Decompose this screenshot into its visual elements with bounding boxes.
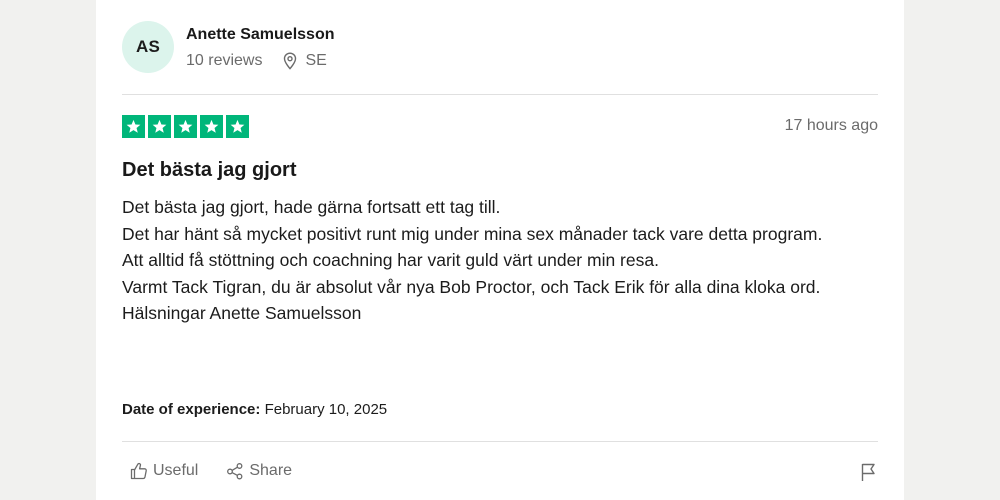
header-divider bbox=[122, 94, 878, 95]
consumer-meta: 10 reviews SE bbox=[186, 52, 334, 70]
review-text-line: Varmt Tack Tigran, du är absolut vår nya… bbox=[122, 276, 821, 297]
consumer-header[interactable]: AS Anette Samuelsson 10 reviews SE bbox=[122, 21, 334, 73]
star-icon bbox=[152, 119, 167, 133]
thumbs-up-icon bbox=[130, 462, 147, 480]
review-date: 17 hours ago bbox=[784, 117, 878, 134]
share-button[interactable]: Share bbox=[226, 462, 292, 480]
review-body: Det bästa jag gjort, hade gärna fortsatt… bbox=[122, 194, 878, 327]
experience-label: Date of experience: bbox=[122, 401, 261, 418]
star-3 bbox=[174, 115, 197, 138]
consumer-name[interactable]: Anette Samuelsson bbox=[186, 26, 334, 44]
star-rating bbox=[122, 115, 249, 138]
footer-divider bbox=[122, 441, 878, 442]
review-text-line: Att alltid få stöttning och coachning ha… bbox=[122, 250, 659, 270]
share-label: Share bbox=[249, 462, 293, 479]
useful-button[interactable]: Useful bbox=[130, 462, 198, 480]
review-count: 10 reviews bbox=[186, 52, 263, 69]
review-title[interactable]: Det bästa jag gjort bbox=[122, 159, 296, 182]
star-icon bbox=[178, 119, 193, 133]
share-icon bbox=[227, 463, 243, 480]
report-button[interactable] bbox=[860, 462, 878, 487]
consumer-location: SE bbox=[282, 52, 327, 70]
country-code: SE bbox=[305, 52, 327, 69]
review-text-line: Det bästa jag gjort, hade gärna fortsatt… bbox=[122, 197, 501, 217]
star-icon bbox=[126, 119, 141, 133]
star-2 bbox=[148, 115, 171, 138]
flag-icon bbox=[861, 463, 875, 481]
review-text-line: Hälsningar Anette Samuelsson bbox=[122, 303, 362, 323]
avatar-initials: AS bbox=[135, 37, 161, 56]
star-icon bbox=[204, 119, 219, 133]
review-card: AS Anette Samuelsson 10 reviews SE 17 ho… bbox=[96, 0, 904, 500]
star-4 bbox=[200, 115, 223, 138]
experience-date: February 10, 2025 bbox=[264, 401, 388, 418]
star-icon bbox=[230, 119, 245, 133]
consumer-info: Anette Samuelsson 10 reviews SE bbox=[186, 24, 334, 70]
review-actions: Useful Share bbox=[130, 462, 320, 480]
location-pin-icon bbox=[284, 52, 297, 70]
star-1 bbox=[122, 115, 145, 138]
useful-label: Useful bbox=[153, 462, 199, 479]
avatar[interactable]: AS bbox=[122, 21, 174, 73]
star-5 bbox=[226, 115, 249, 138]
date-of-experience: Date of experience: February 10, 2025 bbox=[122, 401, 387, 418]
review-text-line: Det har hänt så mycket positivt runt mig… bbox=[122, 223, 823, 244]
